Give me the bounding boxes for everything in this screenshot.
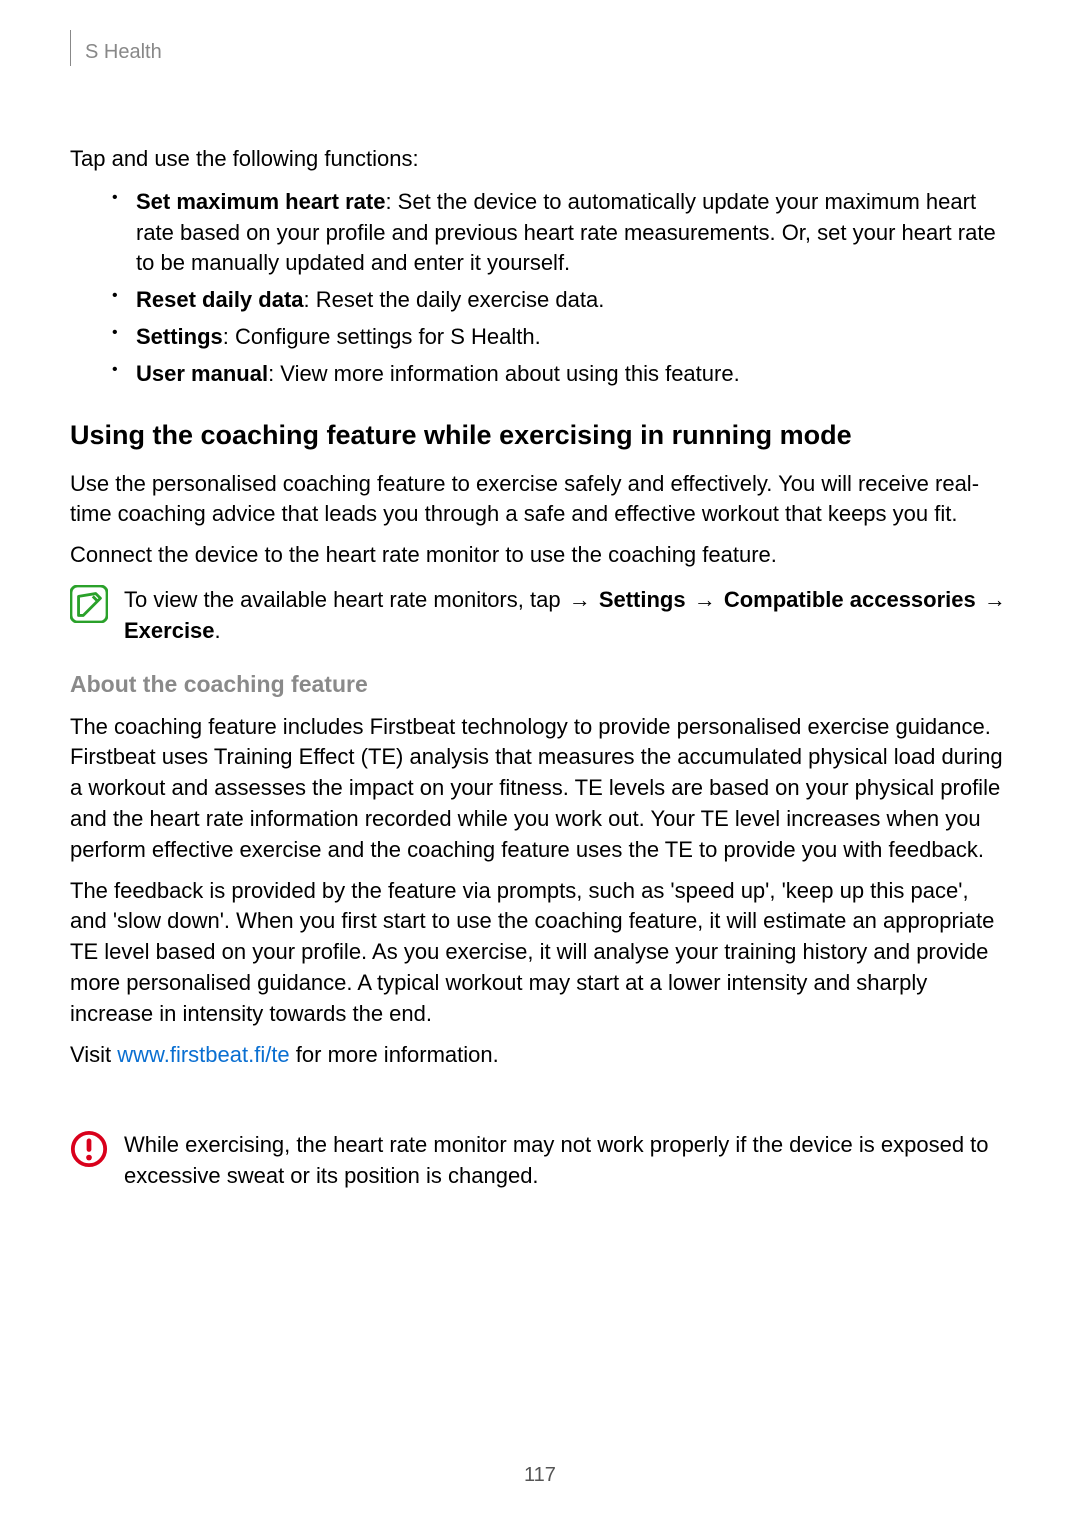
functions-list: Set maximum heart rate: Set the device t… [70, 187, 1010, 390]
func-label: User manual [136, 361, 268, 386]
header-divider [70, 30, 71, 66]
tip-exercise: Exercise [124, 618, 215, 643]
subsection-heading: About the coaching feature [70, 671, 1010, 698]
tip-period: . [215, 618, 221, 643]
body-paragraph: Use the personalised coaching feature to… [70, 469, 1010, 531]
func-label: Reset daily data [136, 287, 304, 312]
arrow-icon: → [982, 587, 1008, 612]
body-paragraph: The coaching feature includes Firstbeat … [70, 712, 1010, 866]
note-icon [70, 585, 108, 628]
arrow-icon: → [567, 587, 593, 612]
func-label: Settings [136, 324, 223, 349]
func-desc: : View more information about using this… [268, 361, 740, 386]
list-item: Set maximum heart rate: Set the device t… [112, 187, 1010, 279]
note-warning: While exercising, the heart rate monitor… [70, 1130, 1010, 1192]
func-desc: : Configure settings for S Health. [223, 324, 541, 349]
tip-compat: Compatible accessories [724, 587, 976, 612]
note-text: To view the available heart rate monitor… [124, 585, 1010, 647]
list-item: Reset daily data: Reset the daily exerci… [112, 285, 1010, 316]
body-paragraph: The feedback is provided by the feature … [70, 876, 1010, 1030]
page-number: 117 [0, 1464, 1080, 1487]
intro-paragraph: Tap and use the following functions: [70, 144, 1010, 175]
body-paragraph: Connect the device to the heart rate mon… [70, 540, 1010, 571]
firstbeat-link[interactable]: www.firstbeat.fi/te [117, 1042, 289, 1067]
note-tip: To view the available heart rate monitor… [70, 585, 1010, 647]
visit-prefix: Visit [70, 1042, 117, 1067]
arrow-icon: → [692, 587, 718, 612]
visit-suffix: for more information. [290, 1042, 499, 1067]
tip-settings: Settings [599, 587, 686, 612]
header-section-label: S Health [85, 41, 162, 64]
section-heading: Using the coaching feature while exercis… [70, 418, 1010, 453]
tip-prefix: To view the available heart rate monitor… [124, 587, 567, 612]
list-item: Settings: Configure settings for S Healt… [112, 322, 1010, 353]
func-desc: : Reset the daily exercise data. [304, 287, 605, 312]
body-paragraph: Visit www.firstbeat.fi/te for more infor… [70, 1040, 1010, 1071]
func-label: Set maximum heart rate [136, 189, 385, 214]
warning-text: While exercising, the heart rate monitor… [124, 1130, 1010, 1192]
page-header: S Health [70, 38, 1010, 66]
warning-icon [70, 1130, 108, 1173]
manual-page: S Health Tap and use the following funct… [0, 0, 1080, 1527]
list-item: User manual: View more information about… [112, 359, 1010, 390]
